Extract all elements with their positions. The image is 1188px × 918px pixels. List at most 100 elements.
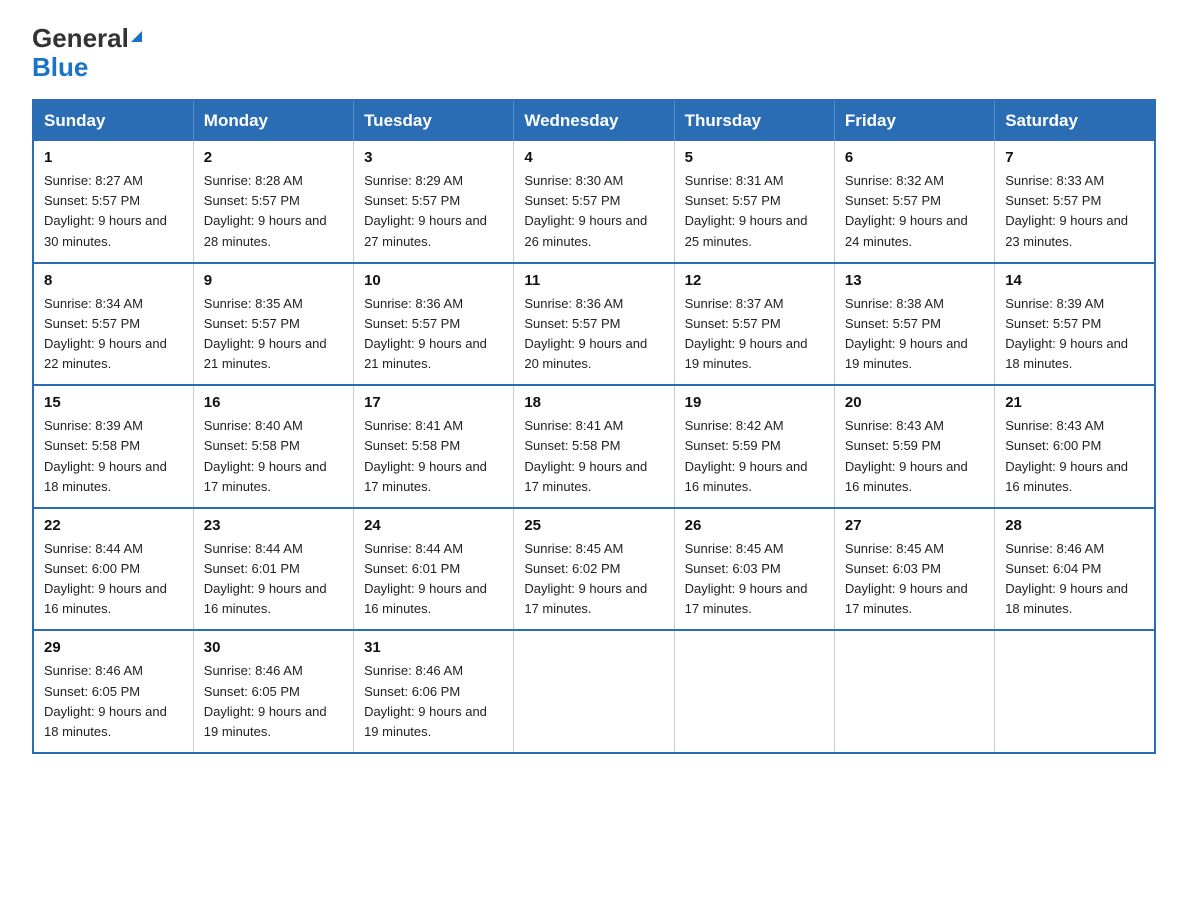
calendar-week-4: 22 Sunrise: 8:44 AMSunset: 6:00 PMDayligh… [33, 508, 1155, 631]
day-info: Sunrise: 8:41 AMSunset: 5:58 PMDaylight:… [524, 416, 663, 497]
calendar-cell: 24 Sunrise: 8:44 AMSunset: 6:01 PMDayligh… [354, 508, 514, 631]
weekday-header-wednesday: Wednesday [514, 100, 674, 141]
day-info: Sunrise: 8:40 AMSunset: 5:58 PMDaylight:… [204, 416, 343, 497]
day-info: Sunrise: 8:30 AMSunset: 5:57 PMDaylight:… [524, 171, 663, 252]
calendar-cell: 27 Sunrise: 8:45 AMSunset: 6:03 PMDayligh… [834, 508, 994, 631]
logo-arrow-icon [131, 31, 142, 42]
weekday-header-monday: Monday [193, 100, 353, 141]
day-info: Sunrise: 8:43 AMSunset: 5:59 PMDaylight:… [845, 416, 984, 497]
day-info: Sunrise: 8:45 AMSunset: 6:03 PMDaylight:… [685, 539, 824, 620]
day-number: 12 [685, 272, 824, 289]
day-info: Sunrise: 8:32 AMSunset: 5:57 PMDaylight:… [845, 171, 984, 252]
day-number: 24 [364, 517, 503, 534]
day-number: 19 [685, 394, 824, 411]
calendar-week-5: 29Sunrise: 8:46 AMSunset: 6:05 PMDayligh… [33, 630, 1155, 753]
calendar-cell: 13 Sunrise: 8:38 AMSunset: 5:57 PMDayligh… [834, 263, 994, 386]
day-number: 18 [524, 394, 663, 411]
calendar-cell: 21 Sunrise: 8:43 AMSunset: 6:00 PMDayligh… [995, 385, 1155, 508]
day-info: Sunrise: 8:33 AMSunset: 5:57 PMDaylight:… [1005, 171, 1144, 252]
calendar-cell: 19 Sunrise: 8:42 AMSunset: 5:59 PMDayligh… [674, 385, 834, 508]
calendar-cell: 9Sunrise: 8:35 AMSunset: 5:57 PMDaylight… [193, 263, 353, 386]
logo: GeneralBlue [32, 24, 142, 81]
calendar-cell: 22 Sunrise: 8:44 AMSunset: 6:00 PMDayligh… [33, 508, 193, 631]
calendar-cell: 20 Sunrise: 8:43 AMSunset: 5:59 PMDayligh… [834, 385, 994, 508]
calendar-week-3: 15 Sunrise: 8:39 AMSunset: 5:58 PMDayligh… [33, 385, 1155, 508]
day-info: Sunrise: 8:42 AMSunset: 5:59 PMDaylight:… [685, 416, 824, 497]
logo-text: GeneralBlue [32, 24, 142, 81]
calendar-cell: 12 Sunrise: 8:37 AMSunset: 5:57 PMDayligh… [674, 263, 834, 386]
calendar-cell: 1 Sunrise: 8:27 AMSunset: 5:57 PMDaylight… [33, 141, 193, 263]
calendar-week-1: 1 Sunrise: 8:27 AMSunset: 5:57 PMDaylight… [33, 141, 1155, 263]
calendar-cell: 23 Sunrise: 8:44 AMSunset: 6:01 PMDayligh… [193, 508, 353, 631]
calendar-cell: 14 Sunrise: 8:39 AMSunset: 5:57 PMDayligh… [995, 263, 1155, 386]
calendar-cell: 5 Sunrise: 8:31 AMSunset: 5:57 PMDaylight… [674, 141, 834, 263]
day-number: 21 [1005, 394, 1144, 411]
day-number: 20 [845, 394, 984, 411]
day-info: Sunrise: 8:44 AMSunset: 6:01 PMDaylight:… [204, 539, 343, 620]
day-number: 25 [524, 517, 663, 534]
day-info: Sunrise: 8:37 AMSunset: 5:57 PMDaylight:… [685, 294, 824, 375]
weekday-header-row: SundayMondayTuesdayWednesdayThursdayFrid… [33, 100, 1155, 141]
weekday-header-thursday: Thursday [674, 100, 834, 141]
day-number: 3 [364, 149, 503, 166]
day-info: Sunrise: 8:39 AMSunset: 5:57 PMDaylight:… [1005, 294, 1144, 375]
day-number: 8 [44, 272, 183, 289]
calendar-cell [674, 630, 834, 753]
day-number: 22 [44, 517, 183, 534]
day-info: Sunrise: 8:45 AMSunset: 6:03 PMDaylight:… [845, 539, 984, 620]
day-info: Sunrise: 8:36 AMSunset: 5:57 PMDaylight:… [524, 294, 663, 375]
day-number: 11 [524, 272, 663, 289]
day-info: Sunrise: 8:43 AMSunset: 6:00 PMDaylight:… [1005, 416, 1144, 497]
day-number: 30 [204, 639, 343, 656]
weekday-header-sunday: Sunday [33, 100, 193, 141]
day-info: Sunrise: 8:34 AMSunset: 5:57 PMDaylight:… [44, 294, 183, 375]
day-number: 10 [364, 272, 503, 289]
calendar-cell: 11 Sunrise: 8:36 AMSunset: 5:57 PMDayligh… [514, 263, 674, 386]
calendar-cell [834, 630, 994, 753]
day-info: Sunrise: 8:44 AMSunset: 6:00 PMDaylight:… [44, 539, 183, 620]
calendar-cell [514, 630, 674, 753]
calendar-cell: 17 Sunrise: 8:41 AMSunset: 5:58 PMDayligh… [354, 385, 514, 508]
day-info: Sunrise: 8:46 AMSunset: 6:04 PMDaylight:… [1005, 539, 1144, 620]
calendar-cell: 10 Sunrise: 8:36 AMSunset: 5:57 PMDayligh… [354, 263, 514, 386]
day-number: 9 [204, 272, 343, 289]
day-number: 27 [845, 517, 984, 534]
day-number: 26 [685, 517, 824, 534]
calendar-cell: 3 Sunrise: 8:29 AMSunset: 5:57 PMDaylight… [354, 141, 514, 263]
day-number: 1 [44, 149, 183, 166]
calendar-cell: 29Sunrise: 8:46 AMSunset: 6:05 PMDayligh… [33, 630, 193, 753]
day-info: Sunrise: 8:41 AMSunset: 5:58 PMDaylight:… [364, 416, 503, 497]
calendar-cell: 26 Sunrise: 8:45 AMSunset: 6:03 PMDayligh… [674, 508, 834, 631]
day-number: 5 [685, 149, 824, 166]
calendar-cell: 18 Sunrise: 8:41 AMSunset: 5:58 PMDayligh… [514, 385, 674, 508]
weekday-header-friday: Friday [834, 100, 994, 141]
day-number: 17 [364, 394, 503, 411]
day-info: Sunrise: 8:27 AMSunset: 5:57 PMDaylight:… [44, 171, 183, 252]
day-info: Sunrise: 8:46 AMSunset: 6:06 PMDaylight:… [364, 661, 503, 742]
day-number: 14 [1005, 272, 1144, 289]
day-number: 13 [845, 272, 984, 289]
day-number: 15 [44, 394, 183, 411]
day-number: 28 [1005, 517, 1144, 534]
day-number: 2 [204, 149, 343, 166]
day-number: 29 [44, 639, 183, 656]
calendar-cell: 30Sunrise: 8:46 AMSunset: 6:05 PMDayligh… [193, 630, 353, 753]
calendar-week-2: 8 Sunrise: 8:34 AMSunset: 5:57 PMDaylight… [33, 263, 1155, 386]
calendar-cell: 2Sunrise: 8:28 AMSunset: 5:57 PMDaylight… [193, 141, 353, 263]
day-info: Sunrise: 8:44 AMSunset: 6:01 PMDaylight:… [364, 539, 503, 620]
calendar-cell: 4 Sunrise: 8:30 AMSunset: 5:57 PMDaylight… [514, 141, 674, 263]
day-info: Sunrise: 8:39 AMSunset: 5:58 PMDaylight:… [44, 416, 183, 497]
calendar-table: SundayMondayTuesdayWednesdayThursdayFrid… [32, 99, 1156, 754]
day-number: 4 [524, 149, 663, 166]
day-number: 16 [204, 394, 343, 411]
day-info: Sunrise: 8:29 AMSunset: 5:57 PMDaylight:… [364, 171, 503, 252]
calendar-cell: 7Sunrise: 8:33 AMSunset: 5:57 PMDaylight… [995, 141, 1155, 263]
day-info: Sunrise: 8:31 AMSunset: 5:57 PMDaylight:… [685, 171, 824, 252]
day-info: Sunrise: 8:38 AMSunset: 5:57 PMDaylight:… [845, 294, 984, 375]
day-number: 6 [845, 149, 984, 166]
weekday-header-saturday: Saturday [995, 100, 1155, 141]
day-number: 23 [204, 517, 343, 534]
calendar-cell: 16 Sunrise: 8:40 AMSunset: 5:58 PMDayligh… [193, 385, 353, 508]
calendar-cell: 6 Sunrise: 8:32 AMSunset: 5:57 PMDaylight… [834, 141, 994, 263]
day-info: Sunrise: 8:36 AMSunset: 5:57 PMDaylight:… [364, 294, 503, 375]
